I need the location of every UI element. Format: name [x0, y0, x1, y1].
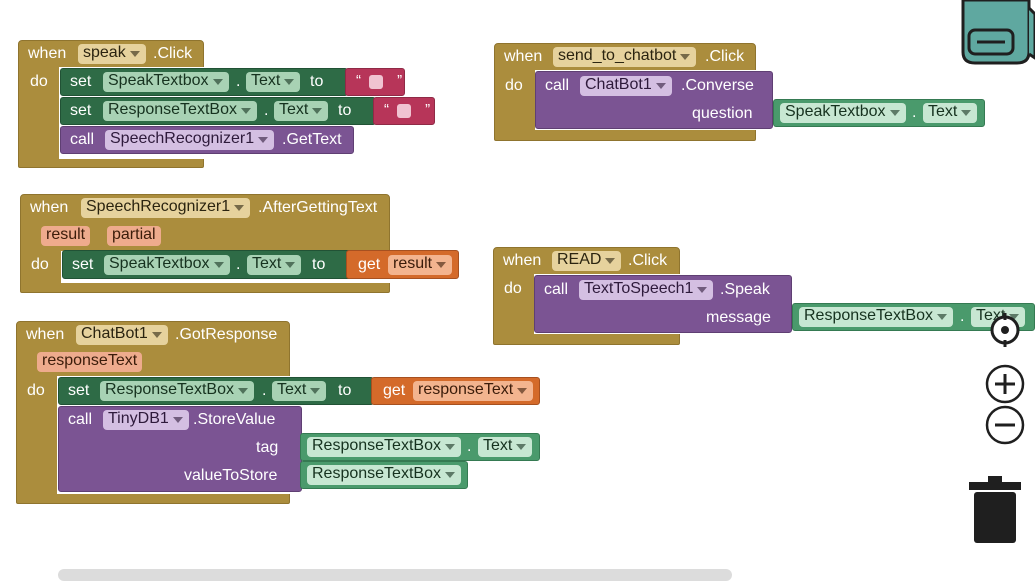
- zoom-out-icon[interactable]: [985, 405, 1025, 445]
- do-label: do: [505, 77, 523, 94]
- component-dropdown[interactable]: ChatBot1: [76, 325, 168, 345]
- component-dropdown[interactable]: TextToSpeech1: [579, 280, 714, 300]
- set-label: set: [70, 73, 92, 90]
- set-label: set: [70, 102, 92, 119]
- property-dropdown[interactable]: Text: [274, 101, 329, 121]
- dot-label: .: [912, 104, 917, 121]
- dot-label: .: [264, 102, 269, 119]
- empty-string-field[interactable]: [397, 104, 411, 118]
- component-dropdown[interactable]: READ: [552, 251, 622, 271]
- dot-label: .: [262, 382, 267, 399]
- to-label: to: [310, 73, 324, 90]
- component-dropdown[interactable]: SpeakTextbox: [104, 255, 230, 275]
- component-dropdown[interactable]: send_to_chatbot: [553, 47, 697, 67]
- when-label: when: [503, 252, 542, 269]
- argument-label: message: [706, 309, 771, 326]
- empty-string-field[interactable]: [369, 75, 383, 89]
- when-label: when: [28, 45, 67, 62]
- component-dropdown[interactable]: SpeakTextbox: [780, 103, 906, 123]
- component-dropdown[interactable]: SpeakTextbox: [103, 72, 229, 92]
- horizontal-scrollbar[interactable]: [58, 569, 732, 581]
- variable-dropdown[interactable]: result: [388, 255, 453, 275]
- method-name: .Converse: [681, 77, 754, 94]
- component-dropdown[interactable]: ResponseTextBox: [307, 465, 461, 485]
- argument-label: tag: [256, 439, 279, 456]
- do-label: do: [27, 382, 45, 399]
- method-name: .Speak: [720, 281, 770, 298]
- when-label: when: [26, 326, 65, 343]
- quote-label: “ ”: [384, 101, 447, 118]
- event-name: .Click: [628, 252, 668, 269]
- component-dropdown[interactable]: speak: [78, 44, 146, 64]
- dot-label: .: [960, 308, 965, 325]
- component-dropdown[interactable]: SpeechRecognizer1: [81, 198, 251, 218]
- set-label: set: [72, 256, 94, 273]
- to-label: to: [338, 382, 352, 399]
- call-label: call: [545, 77, 570, 94]
- property-dropdown[interactable]: Text: [478, 437, 533, 457]
- backpack-icon[interactable]: [955, 0, 1035, 66]
- component-dropdown[interactable]: ChatBot1: [580, 76, 672, 96]
- property-dropdown[interactable]: Text: [246, 72, 301, 92]
- quote-label: “ ”: [356, 72, 419, 89]
- component-dropdown[interactable]: SpeechRecognizer1: [105, 130, 275, 150]
- get-label: get: [358, 256, 381, 273]
- call-label: call: [68, 411, 93, 428]
- to-label: to: [312, 256, 326, 273]
- do-label: do: [31, 256, 49, 273]
- event-name: .Click: [705, 48, 745, 65]
- property-dropdown[interactable]: Text: [923, 103, 978, 123]
- when-label: when: [30, 199, 69, 216]
- recenter-icon[interactable]: [987, 312, 1023, 348]
- call-label: call: [544, 281, 569, 298]
- argument-label: question: [692, 105, 753, 122]
- do-label: do: [30, 73, 48, 90]
- component-dropdown[interactable]: ResponseTextBox: [100, 381, 254, 401]
- variable-dropdown[interactable]: responseText: [413, 381, 534, 401]
- do-label: do: [504, 280, 522, 297]
- when-label: when: [504, 48, 543, 65]
- method-name: .GetText: [282, 131, 342, 148]
- component-dropdown[interactable]: ResponseTextBox: [799, 307, 953, 327]
- dot-label: .: [236, 256, 241, 273]
- method-name: .StoreValue: [193, 411, 276, 428]
- event-name: .AfterGettingText: [258, 199, 378, 216]
- set-label: set: [68, 382, 90, 399]
- event-parameter[interactable]: responseText: [37, 352, 143, 372]
- trash-icon[interactable]: [968, 476, 1022, 544]
- component-dropdown[interactable]: ResponseTextBox: [103, 101, 257, 121]
- zoom-in-icon[interactable]: [985, 364, 1025, 404]
- component-dropdown[interactable]: TinyDB1: [103, 410, 189, 430]
- dot-label: .: [236, 73, 241, 90]
- event-name: .GotResponse: [175, 326, 278, 343]
- get-label: get: [383, 382, 406, 399]
- event-parameter[interactable]: partial: [107, 226, 161, 246]
- event-parameter[interactable]: result: [41, 226, 91, 246]
- property-dropdown[interactable]: Text: [247, 255, 302, 275]
- component-dropdown[interactable]: ResponseTextBox: [307, 437, 461, 457]
- property-dropdown[interactable]: Text: [272, 381, 327, 401]
- to-label: to: [338, 102, 352, 119]
- argument-label: valueToStore: [184, 467, 278, 484]
- call-label: call: [70, 131, 95, 148]
- event-name: .Click: [153, 45, 193, 62]
- dot-label: .: [467, 438, 472, 455]
